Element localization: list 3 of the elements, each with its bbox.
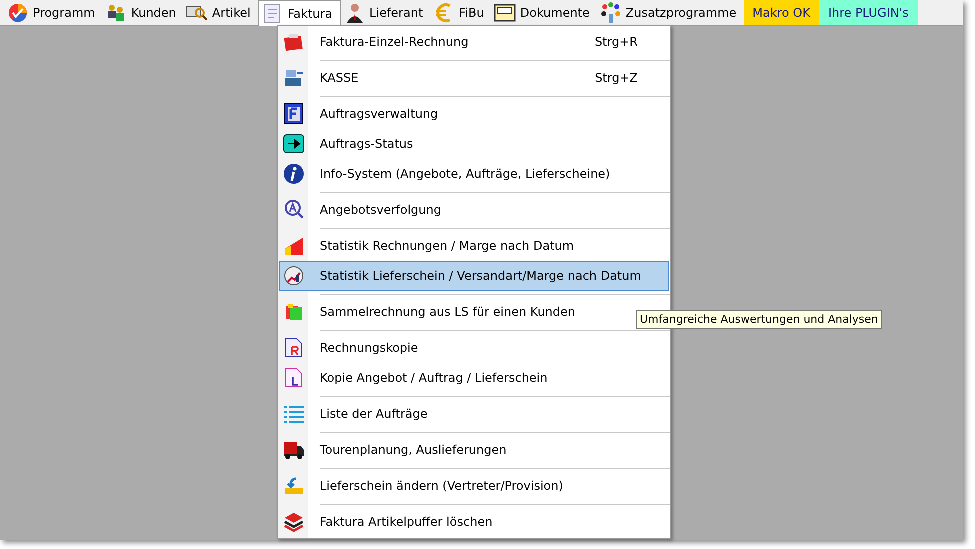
tooltip: Umfangreiche Auswertungen und Analysen — [636, 310, 882, 329]
shortcut-label: Strg+R — [594, 35, 639, 49]
shortcut-label: Strg+Z — [595, 71, 639, 85]
